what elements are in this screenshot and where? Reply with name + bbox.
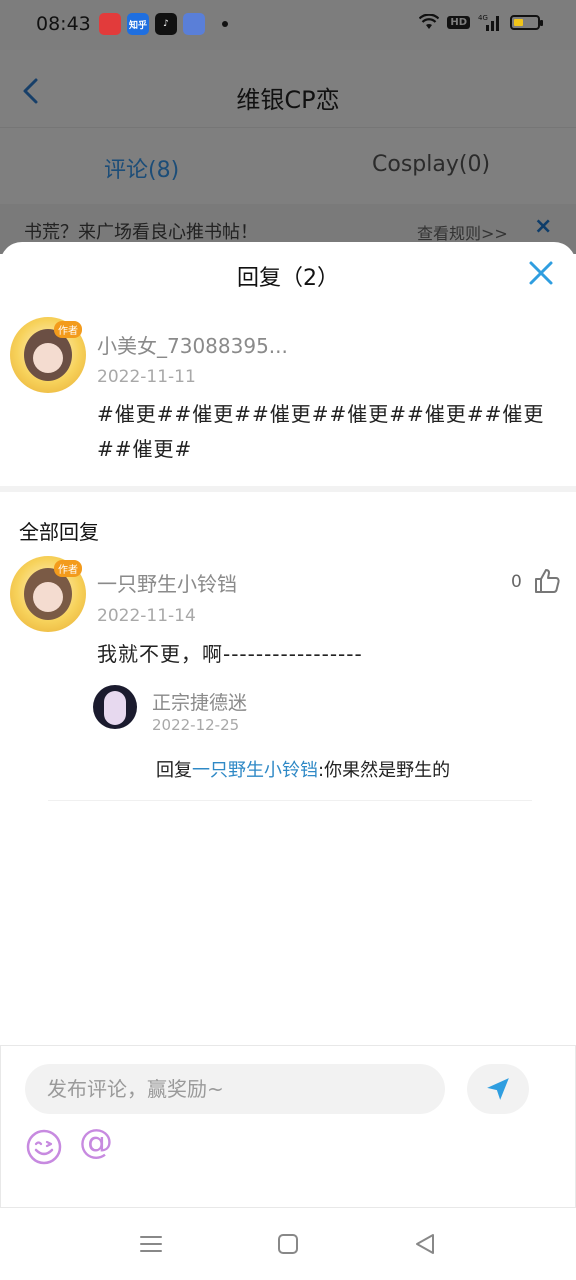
home-icon[interactable] [276, 1232, 300, 1256]
send-button[interactable] [467, 1064, 529, 1114]
notice-text: 书荒？来广场看良心推书帖！ [24, 222, 258, 243]
comment-input[interactable] [25, 1064, 445, 1114]
sub-reply-name[interactable]: 正宗捷德迷 [152, 688, 247, 715]
page-title: 维银CP恋 [236, 86, 340, 114]
divider-line [48, 800, 532, 801]
notice-close-icon[interactable]: × [534, 214, 552, 239]
reply-name[interactable]: 一只野生小铃铛 [97, 568, 237, 597]
reply-prefix: 回复 [156, 760, 192, 781]
author-badge: 作者 [54, 560, 82, 577]
author-badge: 作者 [54, 321, 82, 338]
system-nav-bar [0, 1208, 576, 1280]
tab-comments[interactable]: 评论(8) [104, 152, 179, 184]
reply-target-link[interactable]: 一只野生小铃铛 [192, 760, 318, 781]
hd-icon: HD [447, 15, 470, 29]
status-bar: 08:43 知乎 ♪ HD 4G [0, 0, 576, 50]
status-app-icons: 知乎 ♪ [99, 13, 205, 35]
reply-content: 我就不更，啊----------------- [97, 642, 363, 666]
reply-date: 2022-11-14 [97, 606, 196, 626]
more-notifications-icon [222, 21, 228, 27]
commenter-name[interactable]: 小美女_73088395... [97, 330, 288, 359]
thumbs-up-icon[interactable] [533, 567, 561, 595]
comment-input-bar: @ [0, 1045, 576, 1208]
sheet-title: 回复（2） [237, 266, 339, 291]
like-count: 0 [511, 572, 522, 592]
tab-bar: 评论(8) Cosplay(0) [0, 128, 576, 204]
mention-button[interactable]: @ [79, 1122, 113, 1162]
comment-content: #催更##催更##催更##催更##催更##催更##催更# [97, 402, 545, 461]
zhihu-icon: 知乎 [127, 13, 149, 35]
menu-icon[interactable] [139, 1232, 163, 1256]
section-divider [0, 486, 576, 492]
emoji-icon[interactable] [25, 1128, 63, 1166]
notification-app-icon [99, 13, 121, 35]
status-time: 08:43 [36, 13, 91, 35]
sub-reply-content: 回复一只野生小铃铛:你果然是野生的 [156, 756, 450, 782]
status-indicators: HD 4G [419, 13, 543, 31]
all-replies-title: 全部回复 [19, 520, 99, 544]
top-nav: 维银CP恋 [0, 50, 576, 128]
comment-date: 2022-11-11 [97, 367, 196, 387]
network-type: 4G [478, 14, 488, 22]
tab-cosplay[interactable]: Cosplay(0) [372, 152, 490, 177]
reply-avatar[interactable]: 作者 [10, 556, 86, 632]
wifi-icon [419, 14, 440, 29]
sub-reply-avatar[interactable] [93, 685, 137, 729]
send-icon [487, 1078, 509, 1100]
view-rules-link[interactable]: 查看规则>> [417, 220, 508, 244]
battery-icon [510, 14, 543, 30]
notification-app-icon [183, 13, 205, 35]
sub-reply-date: 2022-12-25 [152, 716, 240, 734]
tiktok-icon: ♪ [155, 13, 177, 35]
signal-icon: 4G [478, 14, 499, 31]
close-icon[interactable] [526, 258, 556, 288]
back-icon[interactable] [413, 1232, 437, 1256]
background-page: 维银CP恋 评论(8) Cosplay(0) 书荒？来广场看良心推书帖！ 查看规… [0, 50, 576, 254]
reply-text: :你果然是野生的 [318, 760, 451, 781]
author-avatar[interactable]: 作者 [10, 317, 86, 393]
